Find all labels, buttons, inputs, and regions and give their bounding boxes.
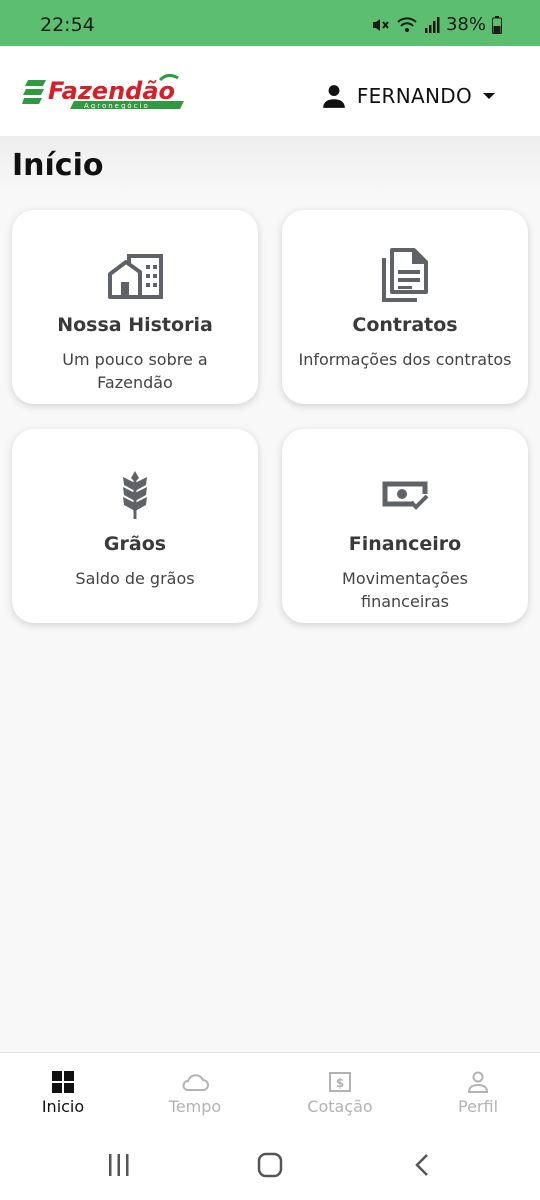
card-subtitle: Um pouco sobre a Fazendão xyxy=(62,350,208,392)
person-icon xyxy=(321,83,347,109)
status-icons: 38% xyxy=(370,14,502,35)
battery-icon xyxy=(492,15,502,34)
card-subtitle: Movimentações financeiras xyxy=(342,569,468,611)
bottom-navigation: Inicio Tempo $ Cotação Perfil xyxy=(0,1052,540,1130)
status-bar: 22:54 38% xyxy=(0,0,540,46)
buildings-icon xyxy=(12,248,258,304)
nav-label: Perfil xyxy=(457,1097,499,1116)
nav-label: Cotação xyxy=(307,1097,373,1116)
card-title: Contratos xyxy=(352,314,458,336)
document-copy-icon xyxy=(282,248,528,304)
grain-icon xyxy=(12,467,258,523)
page-title: Início xyxy=(12,148,104,183)
user-menu[interactable]: FERNANDO xyxy=(321,76,496,116)
dollar-box-icon: $ xyxy=(280,1069,400,1095)
nav-label: Inicio xyxy=(41,1097,85,1116)
svg-text:$: $ xyxy=(336,1076,344,1090)
svg-text:Fazendão: Fazendão xyxy=(48,77,175,105)
card-title: Nossa Historia xyxy=(57,314,213,336)
card-nossa-historia[interactable]: Nossa Historia Um pouco sobre a Fazendão xyxy=(12,210,258,404)
nav-item-cotacao[interactable]: $ Cotação xyxy=(280,1053,400,1131)
wifi-icon xyxy=(396,15,418,35)
card-graos[interactable]: Grãos Saldo de grãos xyxy=(12,429,258,623)
nav-label: Tempo xyxy=(168,1097,222,1116)
home-button[interactable] xyxy=(250,1150,290,1180)
svg-text:Agronegócio: Agronegócio xyxy=(84,102,150,110)
fazendao-logo[interactable]: Fazendão Agronegócio xyxy=(22,73,188,114)
card-subtitle: Saldo de grãos xyxy=(75,569,195,588)
recent-apps-button[interactable] xyxy=(99,1150,139,1180)
card-title: Financeiro xyxy=(348,533,462,555)
nav-item-inicio[interactable]: Inicio xyxy=(3,1053,123,1131)
cloud-icon xyxy=(135,1069,255,1095)
grid-icon xyxy=(3,1069,123,1095)
nav-item-perfil[interactable]: Perfil xyxy=(418,1053,538,1131)
back-button[interactable] xyxy=(402,1150,442,1180)
card-subtitle: Informações dos contratos xyxy=(298,350,512,369)
battery-percent: 38% xyxy=(445,14,486,35)
user-name: FERNANDO xyxy=(356,84,472,108)
app-header: Fazendão Agronegócio FERNANDO xyxy=(0,46,540,136)
card-contratos[interactable]: Contratos Informações dos contratos xyxy=(282,210,528,404)
signal-icon xyxy=(424,15,440,35)
card-title: Grãos xyxy=(103,533,167,555)
status-time: 22:54 xyxy=(40,14,95,36)
mute-icon xyxy=(370,15,390,35)
nav-item-tempo[interactable]: Tempo xyxy=(135,1053,255,1131)
money-check-icon xyxy=(282,467,528,523)
card-financeiro[interactable]: Financeiro Movimentações financeiras xyxy=(282,429,528,623)
caret-down-icon xyxy=(482,91,496,101)
system-navigation-bar xyxy=(0,1130,540,1200)
person-outline-icon xyxy=(418,1069,538,1095)
